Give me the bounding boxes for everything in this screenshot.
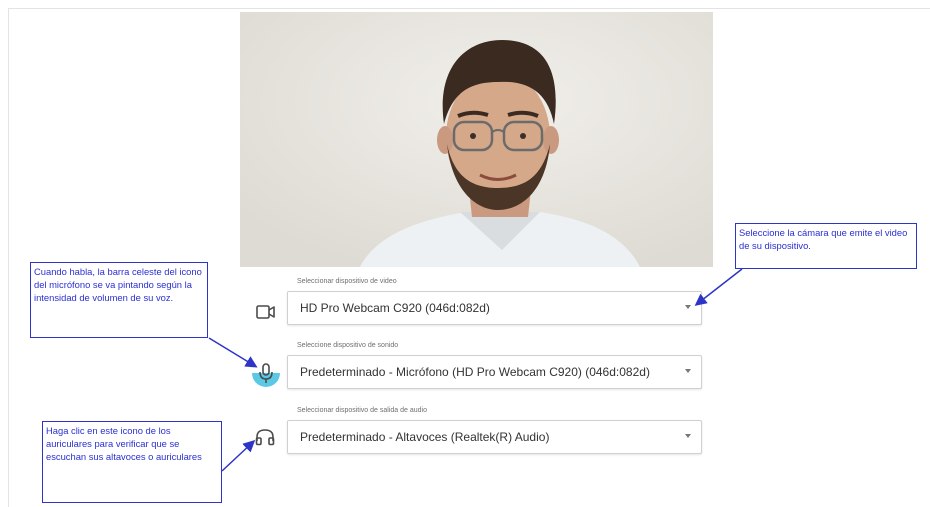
headphones-icon[interactable] — [255, 428, 275, 451]
chevron-down-icon — [685, 305, 691, 309]
video-device-value: HD Pro Webcam C920 (046d:082d) — [300, 301, 490, 315]
video-device-label: Seleccionar dispositivo de video — [297, 278, 397, 285]
camera-icon — [256, 304, 276, 325]
video-device-select[interactable]: HD Pro Webcam C920 (046d:082d) — [287, 291, 702, 325]
audio-output-label: Seleccionar dispositivo de salida de aud… — [297, 407, 427, 414]
microphone-icon — [251, 358, 281, 393]
camera-preview — [240, 12, 713, 267]
audio-input-value: Predeterminado - Micrófono (HD Pro Webca… — [300, 365, 650, 379]
chevron-down-icon — [685, 434, 691, 438]
chevron-down-icon — [685, 369, 691, 373]
microphone-annotation: Cuando habla, la barra celeste del icono… — [30, 262, 208, 338]
headphones-annotation: Haga clic en este icono de los auricular… — [42, 421, 222, 503]
audio-input-label: Seleccione dispositivo de sonido — [297, 342, 399, 349]
audio-output-select[interactable]: Predeterminado - Altavoces (Realtek(R) A… — [287, 420, 702, 454]
audio-input-select[interactable]: Predeterminado - Micrófono (HD Pro Webca… — [287, 355, 702, 389]
camera-annotation: Seleccione la cámara que emite el video … — [735, 223, 917, 269]
audio-output-value: Predeterminado - Altavoces (Realtek(R) A… — [300, 430, 550, 444]
